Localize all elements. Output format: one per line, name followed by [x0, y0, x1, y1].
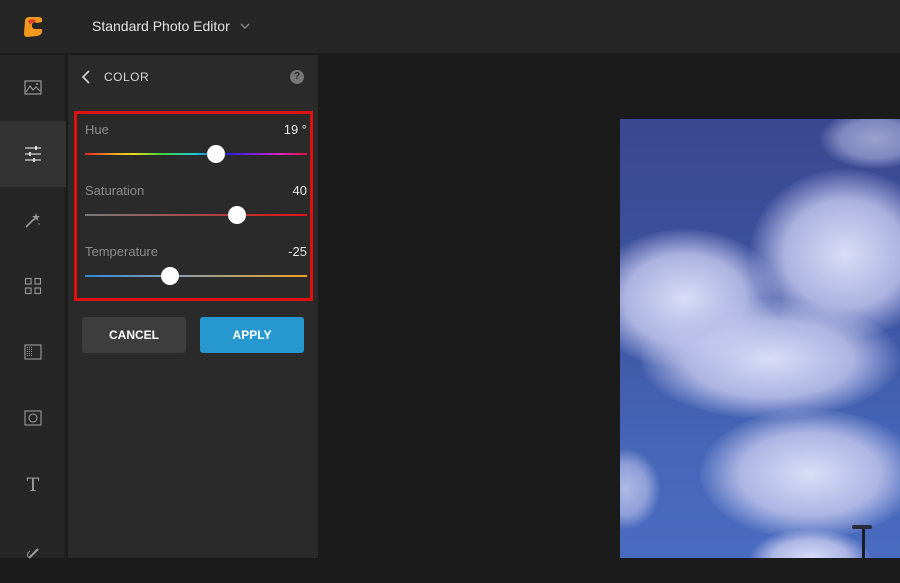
- chevron-left-icon[interactable]: [80, 69, 92, 85]
- help-icon[interactable]: ?: [290, 70, 304, 84]
- temperature-slider-thumb[interactable]: [161, 267, 180, 285]
- cloud: [820, 119, 900, 169]
- cloud: [700, 409, 900, 539]
- hue-slider-track[interactable]: [85, 153, 307, 155]
- svg-text:T: T: [27, 474, 40, 494]
- saturation-slider-track[interactable]: [85, 214, 307, 216]
- hue-label: Hue: [85, 122, 109, 137]
- saturation-slider-row: Saturation 40: [85, 183, 307, 233]
- sliders-icon: [25, 146, 41, 162]
- tool-frames[interactable]: [0, 319, 66, 385]
- brush-icon: [26, 548, 39, 559]
- temperature-slider-track[interactable]: [85, 275, 307, 277]
- chevron-down-icon[interactable]: [238, 19, 252, 33]
- saturation-value: 40: [292, 183, 307, 198]
- cloud: [640, 299, 900, 419]
- hue-slider-thumb[interactable]: [206, 145, 225, 163]
- canvas-area: [318, 55, 900, 558]
- panel-title: COLOR: [104, 70, 150, 84]
- tool-effects[interactable]: [0, 187, 66, 253]
- color-panel: COLOR ? Hue 19 ° Saturation 40 Temperatu…: [68, 55, 318, 558]
- tool-adjust[interactable]: [0, 121, 66, 187]
- temperature-value: -25: [288, 244, 307, 259]
- tool-draw[interactable]: [0, 517, 66, 583]
- tool-vignette[interactable]: [0, 385, 66, 451]
- panel-header: COLOR ?: [68, 55, 318, 99]
- temperature-slider-row: Temperature -25: [85, 244, 307, 294]
- saturation-label: Saturation: [85, 183, 145, 198]
- app-logo-icon: [24, 17, 43, 37]
- sliders-highlight-box: Hue 19 ° Saturation 40 Temperature -25: [74, 111, 313, 301]
- photo-preview[interactable]: [620, 119, 900, 558]
- cancel-button[interactable]: CANCEL: [82, 317, 186, 353]
- tool-rail: T: [0, 55, 66, 559]
- grid-icon: [24, 277, 42, 295]
- hue-value: 19 °: [283, 122, 307, 137]
- tool-text[interactable]: T: [0, 451, 66, 517]
- focus-icon: [24, 410, 42, 426]
- street-lamp-pole: [862, 529, 865, 558]
- texture-icon: [24, 344, 42, 360]
- hue-slider-row: Hue 19 °: [85, 122, 307, 172]
- saturation-slider-thumb[interactable]: [228, 206, 247, 224]
- cloud: [620, 449, 660, 529]
- app-title[interactable]: Standard Photo Editor: [92, 18, 230, 34]
- tool-image[interactable]: [0, 55, 66, 121]
- text-icon: T: [27, 474, 40, 494]
- image-icon: [24, 80, 42, 95]
- apply-button[interactable]: APPLY: [200, 317, 304, 353]
- top-bar: Standard Photo Editor: [0, 0, 900, 54]
- temperature-label: Temperature: [85, 244, 158, 259]
- magic-wand-icon: [25, 213, 40, 228]
- tool-collage[interactable]: [0, 253, 66, 319]
